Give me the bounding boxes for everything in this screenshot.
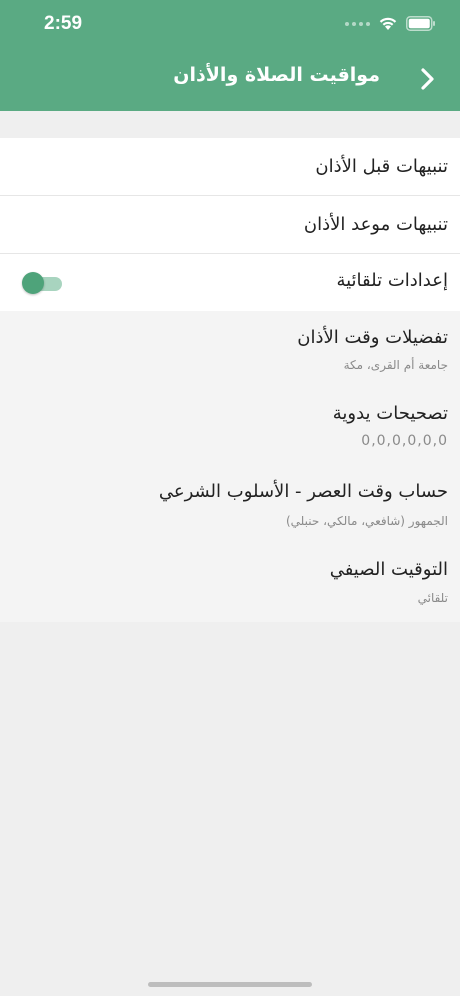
settings-item-auto-settings: إعدادات تلقائية xyxy=(0,254,460,311)
status-icons xyxy=(345,16,436,31)
settings-item-label: تنبيهات موعد الأذان xyxy=(303,214,448,235)
preferences-section: تفضيلات وقت الأذان جامعة أم القرى، مكة ت… xyxy=(0,311,460,622)
section-spacer xyxy=(0,111,460,138)
wifi-icon xyxy=(379,17,397,30)
app-header: 2:59 مواقيت الصلاة والأذان xyxy=(0,0,460,111)
pref-title: تصحيحات يدوية xyxy=(332,403,448,424)
pref-subtitle: جامعة أم القرى، مكة xyxy=(343,358,448,372)
auto-settings-toggle[interactable] xyxy=(22,272,62,294)
pref-subtitle: تلقائي xyxy=(417,591,448,605)
pref-asr-calculation[interactable]: حساب وقت العصر - الأسلوب الشرعي الجمهور … xyxy=(0,481,460,541)
pref-subtitle: الجمهور (شافعي، مالكي، حنبلي) xyxy=(286,514,448,528)
settings-item-label: إعدادات تلقائية xyxy=(336,270,448,291)
home-indicator[interactable] xyxy=(148,982,312,987)
settings-item-pre-adhan-alerts[interactable]: تنبيهات قبل الأذان xyxy=(0,138,460,196)
battery-icon xyxy=(406,16,435,31)
pref-daylight-saving[interactable]: التوقيت الصيفي تلقائي xyxy=(0,559,460,619)
pref-adhan-time[interactable]: تفضيلات وقت الأذان جامعة أم القرى، مكة xyxy=(0,327,460,387)
back-button[interactable] xyxy=(414,62,442,96)
pref-title: التوقيت الصيفي xyxy=(329,559,448,580)
pref-subtitle: 0,0,0,0,0,0 xyxy=(361,433,448,449)
chevron-right-icon xyxy=(421,68,434,90)
pref-title: تفضيلات وقت الأذان xyxy=(297,327,448,348)
pref-manual-corrections[interactable]: تصحيحات يدوية 0,0,0,0,0,0 xyxy=(0,403,460,463)
toggle-knob xyxy=(22,272,44,294)
page-title: مواقيت الصلاة والأذان xyxy=(173,64,380,86)
signal-icon xyxy=(345,21,370,26)
settings-item-adhan-time-alerts[interactable]: تنبيهات موعد الأذان xyxy=(0,196,460,254)
settings-item-label: تنبيهات قبل الأذان xyxy=(315,156,448,177)
status-time: 2:59 xyxy=(44,13,83,34)
pref-title: حساب وقت العصر - الأسلوب الشرعي xyxy=(158,481,448,502)
